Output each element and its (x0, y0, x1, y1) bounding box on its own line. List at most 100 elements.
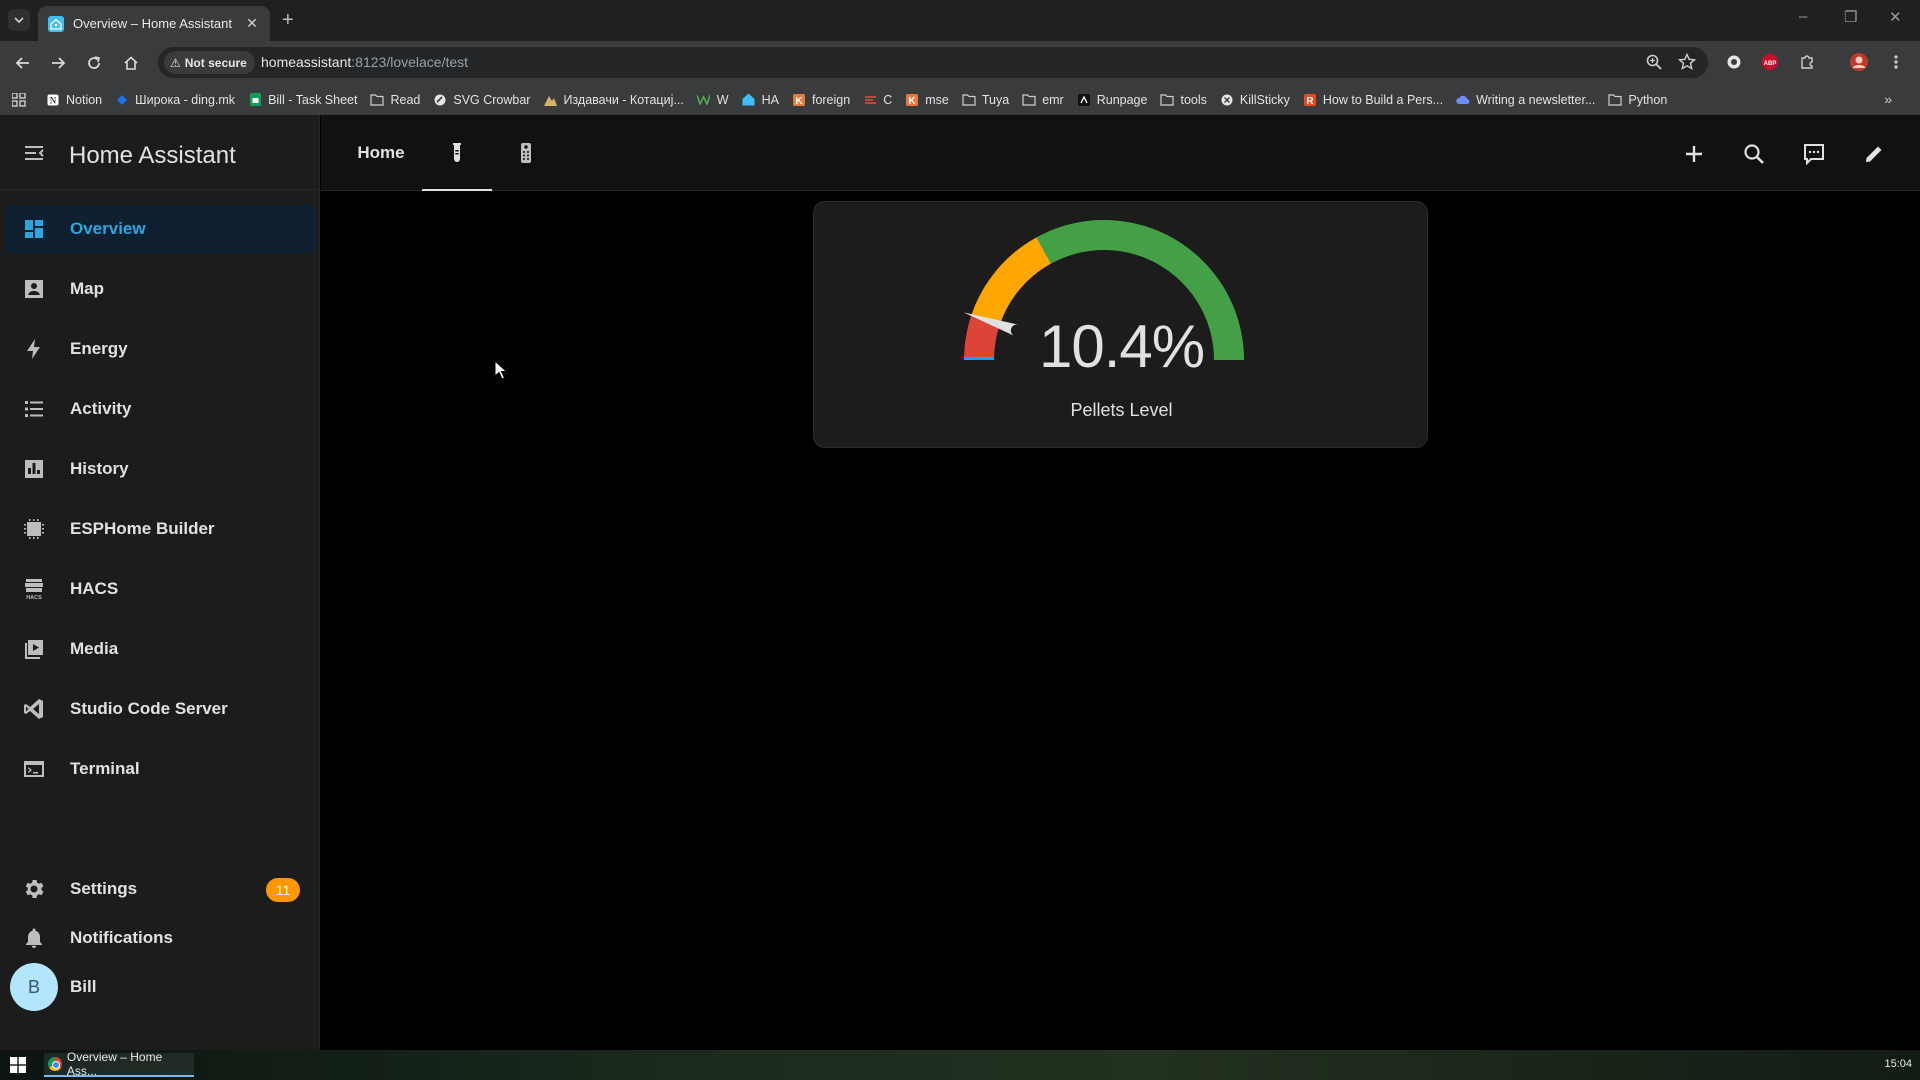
gauge-card[interactable]: 10.4% Pellets Level (813, 201, 1428, 448)
browser-tab-active[interactable]: Overview – Home Assistant ✕ (38, 6, 270, 41)
sidebar-item-esphome-builder[interactable]: ESPHome Builder (6, 505, 316, 553)
bookmark-label: Издавачи - Котациј... (563, 92, 684, 107)
profile-avatar-button[interactable] (1849, 52, 1869, 72)
taskbar-app-chrome[interactable]: Overview – Home Ass... (44, 1050, 194, 1078)
sidebar-item-settings[interactable]: Settings 11 (6, 865, 316, 913)
close-window-button[interactable]: ✕ (1889, 8, 1902, 26)
search-button[interactable] (1741, 141, 1767, 167)
sidebar-item-energy[interactable]: Energy (6, 325, 316, 373)
sidebar-item-studio-code-server[interactable]: Studio Code Server (6, 685, 316, 733)
taskbar: Overview – Home Ass... 15:04 (0, 1050, 1920, 1080)
chrome-icon (48, 1057, 62, 1071)
bookmark-label: Широка - ding.mk (135, 92, 236, 107)
abp-icon: ABP (1762, 54, 1778, 70)
sidebar-item-user[interactable]: B Bill (6, 963, 316, 1015)
edit-dashboard-button[interactable] (1861, 141, 1887, 167)
c-icon (863, 93, 877, 107)
ha-icon (742, 93, 756, 107)
comment-processing-icon (1804, 144, 1824, 166)
sidebar-item-terminal[interactable]: Terminal (6, 745, 316, 793)
bookmark-item[interactable]: KillSticky (1220, 93, 1290, 107)
bookmark-label: W (716, 92, 729, 107)
extension-brain-icon[interactable] (1724, 52, 1744, 72)
forward-button[interactable] (47, 52, 69, 74)
sidebar-item-map[interactable]: Map (6, 265, 316, 313)
url-text[interactable]: homeassistant:8123/lovelace/test (261, 54, 468, 70)
tab-remote-view[interactable] (491, 115, 561, 191)
bookmark-item[interactable]: HA (742, 93, 779, 107)
tab-search-button[interactable] (8, 9, 30, 31)
bookmark-item[interactable]: Writing a newsletter... (1456, 93, 1595, 107)
bookmark-item[interactable]: SVG Crowbar (433, 93, 530, 107)
svg-text:R: R (1306, 96, 1314, 106)
bookmark-item[interactable]: N Notion (46, 93, 102, 107)
view-dashboard-icon (25, 220, 43, 238)
sidebar-item-history[interactable]: History (6, 445, 316, 493)
w-icon (697, 93, 711, 107)
sidebar-item-media[interactable]: Media (6, 625, 316, 673)
bookmark-label: How to Build a Pers... (1322, 92, 1444, 107)
bookmark-label: KillSticky (1239, 92, 1290, 107)
sheets-icon (248, 93, 262, 107)
more-bookmarks-icon[interactable]: » (1884, 91, 1892, 107)
add-card-button[interactable] (1681, 141, 1707, 167)
bookmark-item[interactable]: Bill - Task Sheet (248, 93, 357, 107)
bookmark-item[interactable]: Runpage (1077, 93, 1147, 107)
sidebar-item-overview[interactable]: Overview (6, 205, 316, 253)
bookmark-item[interactable]: Издавачи - Котациј... (543, 92, 684, 107)
sidebar-item-activity[interactable]: Activity (6, 385, 316, 433)
restore-button[interactable]: ❐ (1844, 8, 1857, 26)
address-bar[interactable]: ⚠ Not secure homeassistant:8123/lovelace… (158, 47, 1708, 78)
bookmark-item[interactable]: emr (1022, 93, 1064, 107)
bookmark-star-icon[interactable] (1678, 53, 1696, 71)
bookmark-item[interactable]: tools (1160, 93, 1207, 107)
zoom-icon[interactable] (1645, 53, 1663, 71)
chart-box-icon (25, 460, 43, 478)
profile-icon (1850, 53, 1868, 71)
adblock-icon[interactable]: ABP (1760, 52, 1780, 72)
k-icon: K (905, 93, 919, 107)
menu-open-icon[interactable] (22, 141, 46, 165)
reload-button[interactable] (83, 52, 105, 74)
taskbar-clock: 15:04 (1884, 1058, 1912, 1070)
bookmark-item[interactable]: Read (370, 93, 420, 107)
bookmark-item[interactable]: W (697, 93, 729, 107)
back-button[interactable] (12, 52, 34, 74)
security-chip[interactable]: ⚠ Not secure (164, 51, 255, 74)
assist-button[interactable] (1801, 141, 1827, 167)
home-icon (124, 56, 138, 70)
bookmark-item[interactable]: R How to Build a Pers... (1303, 93, 1443, 107)
apps-button[interactable] (12, 92, 26, 107)
list-icon (25, 401, 43, 417)
bookmark-item[interactable]: Kforeign (792, 93, 850, 107)
browser-menu-button[interactable] (1886, 52, 1906, 72)
bookmark-item[interactable]: C (863, 93, 892, 107)
sidebar-item-hacs[interactable]: HACS HACS (6, 565, 316, 613)
url-path: :8123/lovelace/test (351, 54, 469, 70)
svg-text:N: N (50, 95, 57, 105)
minimize-button[interactable]: – (1799, 8, 1807, 25)
tab-home[interactable]: Home (346, 115, 416, 191)
bookmark-item[interactable]: Широка - ding.mk (115, 93, 235, 107)
plus-icon (1686, 146, 1702, 162)
arrow-left-icon (15, 57, 29, 69)
new-tab-button[interactable]: + (282, 9, 294, 31)
folder-icon (1160, 93, 1175, 107)
bookmarks-bar: N Notion Широка - ding.mk Bill - Task Sheet… (0, 84, 1920, 115)
tab-test-tube-view[interactable] (422, 115, 492, 191)
apps-grid-icon (12, 92, 26, 107)
search-icon (1744, 144, 1764, 164)
r-icon: R (1303, 93, 1317, 107)
folder-icon (370, 93, 385, 107)
bookmark-item[interactable]: Python (1608, 93, 1667, 107)
sidebar-item-notifications[interactable]: Notifications (6, 914, 316, 962)
close-tab-icon[interactable]: ✕ (244, 15, 260, 32)
extensions-button[interactable] (1797, 52, 1817, 72)
home-button[interactable] (120, 52, 142, 74)
windows-start-icon[interactable] (10, 1057, 26, 1073)
arrow-right-icon (52, 57, 66, 69)
bookmark-item[interactable]: Tuya (962, 93, 1009, 107)
bookmark-item[interactable]: Kmse (905, 93, 949, 107)
browser-toolbar: ⚠ Not secure homeassistant:8123/lovelace… (0, 41, 1920, 84)
killsticky-icon (1220, 93, 1234, 107)
